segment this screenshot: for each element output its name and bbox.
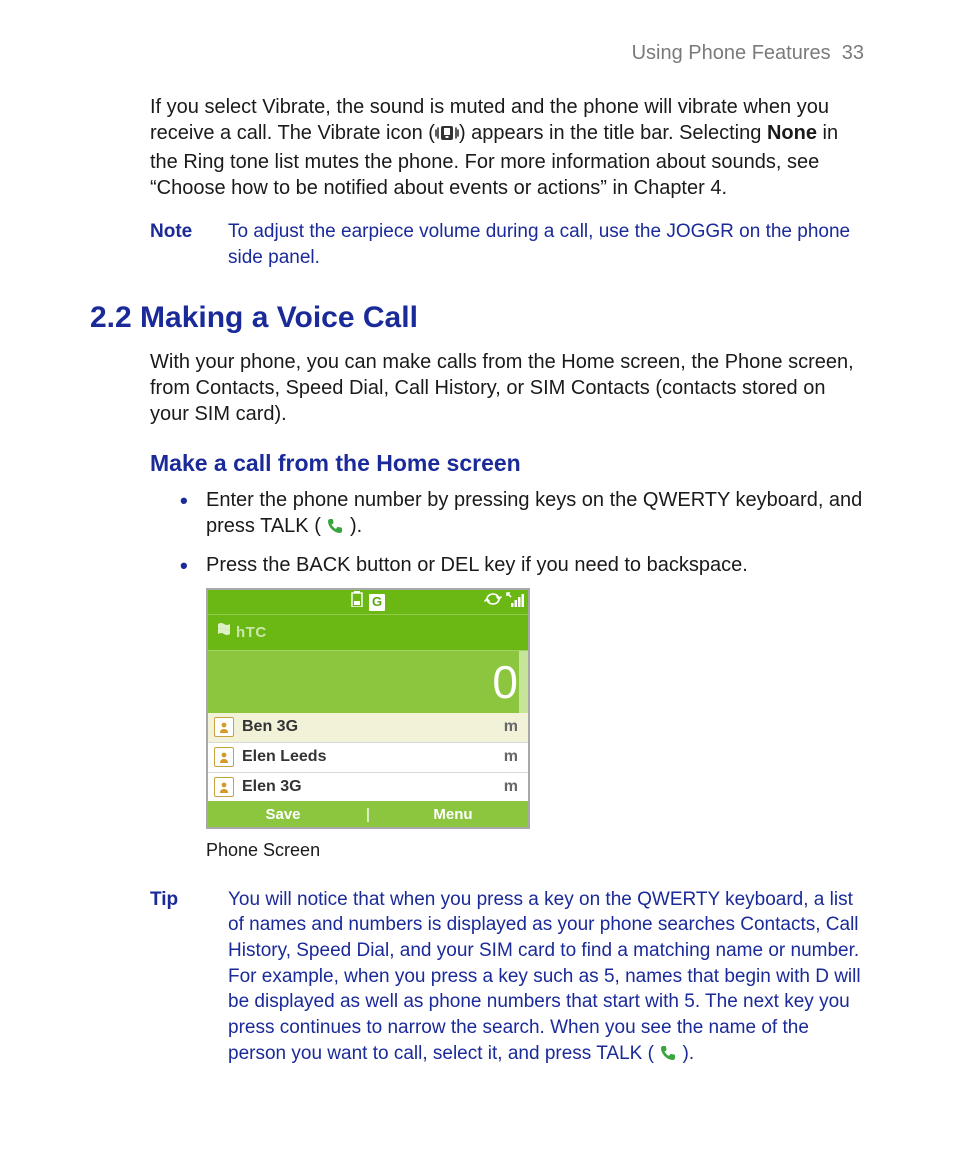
tip-block: Tip You will notice that when you press … [150, 887, 864, 1069]
talk-icon [326, 516, 344, 542]
phone-screen-figure: G hTC 0 Ben 3G m Elen Leeds [206, 588, 530, 829]
section-heading: 2.2 Making a Voice Call [90, 298, 864, 337]
instruction-list: Enter the phone number by pressing keys … [180, 487, 864, 578]
list-item: Press the BACK button or DEL key if you … [180, 552, 864, 578]
phone-brand-text: hTC [236, 623, 267, 643]
bullet-1b: ). [344, 515, 362, 537]
contact-name: Ben 3G [242, 717, 504, 738]
tip-body: You will notice that when you press a ke… [228, 887, 864, 1069]
contact-icon [214, 777, 234, 797]
phone-contact-row[interactable]: Ben 3G m [208, 713, 528, 743]
sync-icon [484, 592, 502, 613]
phone-dialer-display: 0 [208, 650, 528, 713]
contact-tag: m [504, 717, 518, 738]
contact-icon [214, 717, 234, 737]
intro-paragraph: If you select Vibrate, the sound is mute… [150, 94, 864, 201]
list-item: Enter the phone number by pressing keys … [180, 487, 864, 542]
phone-status-bar: G [208, 590, 528, 614]
contact-name: Elen 3G [242, 777, 504, 798]
contact-tag: m [504, 777, 518, 798]
bullet-1a: Enter the phone number by pressing keys … [206, 489, 862, 537]
phone-contact-list: Ben 3G m Elen Leeds m Elen 3G m [208, 713, 528, 801]
signal-icon [506, 591, 524, 614]
note-label: Note [150, 219, 202, 270]
vibrate-icon [435, 123, 459, 149]
figure-caption: Phone Screen [206, 839, 864, 862]
softkey-save[interactable]: Save [208, 801, 358, 827]
gprs-icon: G [369, 594, 385, 611]
tip-label: Tip [150, 887, 202, 1069]
section-body: With your phone, you can make calls from… [150, 349, 864, 427]
talk-icon [659, 1044, 677, 1070]
phone-softkey-bar: Save | Menu [208, 801, 528, 827]
tip-body-b: ). [677, 1043, 694, 1064]
page-number: 33 [842, 42, 864, 64]
scrollbar[interactable] [519, 651, 528, 713]
note-block: Note To adjust the earpiece volume durin… [150, 219, 864, 270]
note-body: To adjust the earpiece volume during a c… [228, 219, 864, 270]
dialed-number: 0 [492, 659, 518, 705]
softkey-divider: | [358, 801, 378, 827]
phone-screen: G hTC 0 Ben 3G m Elen Leeds [206, 588, 530, 829]
phone-contact-row[interactable]: Elen Leeds m [208, 743, 528, 773]
phone-brand-row: hTC [208, 614, 528, 650]
subsection-heading: Make a call from the Home screen [150, 449, 864, 479]
battery-icon [351, 591, 363, 614]
page-header: Using Phone Features 33 [90, 40, 864, 66]
tip-body-a: You will notice that when you press a ke… [228, 889, 861, 1064]
windows-logo-icon [216, 621, 232, 644]
softkey-menu[interactable]: Menu [378, 801, 528, 827]
contact-name: Elen Leeds [242, 747, 504, 768]
chapter-name: Using Phone Features [632, 42, 831, 64]
intro-none-bold: None [767, 122, 817, 144]
phone-contact-row[interactable]: Elen 3G m [208, 773, 528, 802]
contact-icon [214, 747, 234, 767]
intro-text-b: ) appears in the title bar. Selecting [459, 122, 767, 144]
contact-tag: m [504, 747, 518, 768]
